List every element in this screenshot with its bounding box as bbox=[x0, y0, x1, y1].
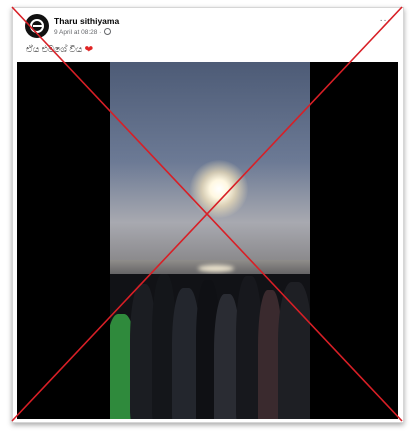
crowd-silhouettes bbox=[110, 274, 310, 419]
sun-reflection bbox=[198, 265, 234, 272]
globe-icon bbox=[104, 28, 112, 35]
logo-bar bbox=[33, 25, 43, 27]
sun-glow bbox=[190, 160, 248, 218]
video-frame bbox=[110, 62, 310, 419]
person bbox=[278, 282, 310, 419]
heart-icon: ❤ bbox=[84, 44, 93, 54]
post-timestamp[interactable]: 9 April at 08:28 · bbox=[54, 29, 101, 36]
avatar[interactable] bbox=[25, 14, 49, 38]
post-caption: ඒය එමශේ වීය ❤ bbox=[26, 44, 93, 55]
more-options-icon[interactable]: ··· bbox=[380, 15, 392, 26]
post-meta: 9 April at 08:28 · bbox=[54, 28, 112, 36]
caption-text: ඒය එමශේ වීය bbox=[26, 44, 83, 54]
author-name[interactable]: Tharu sithiyama bbox=[54, 16, 119, 26]
facebook-post-card: Tharu sithiyama 9 April at 08:28 · ··· ඒ… bbox=[12, 7, 404, 423]
video-player[interactable] bbox=[17, 62, 398, 419]
